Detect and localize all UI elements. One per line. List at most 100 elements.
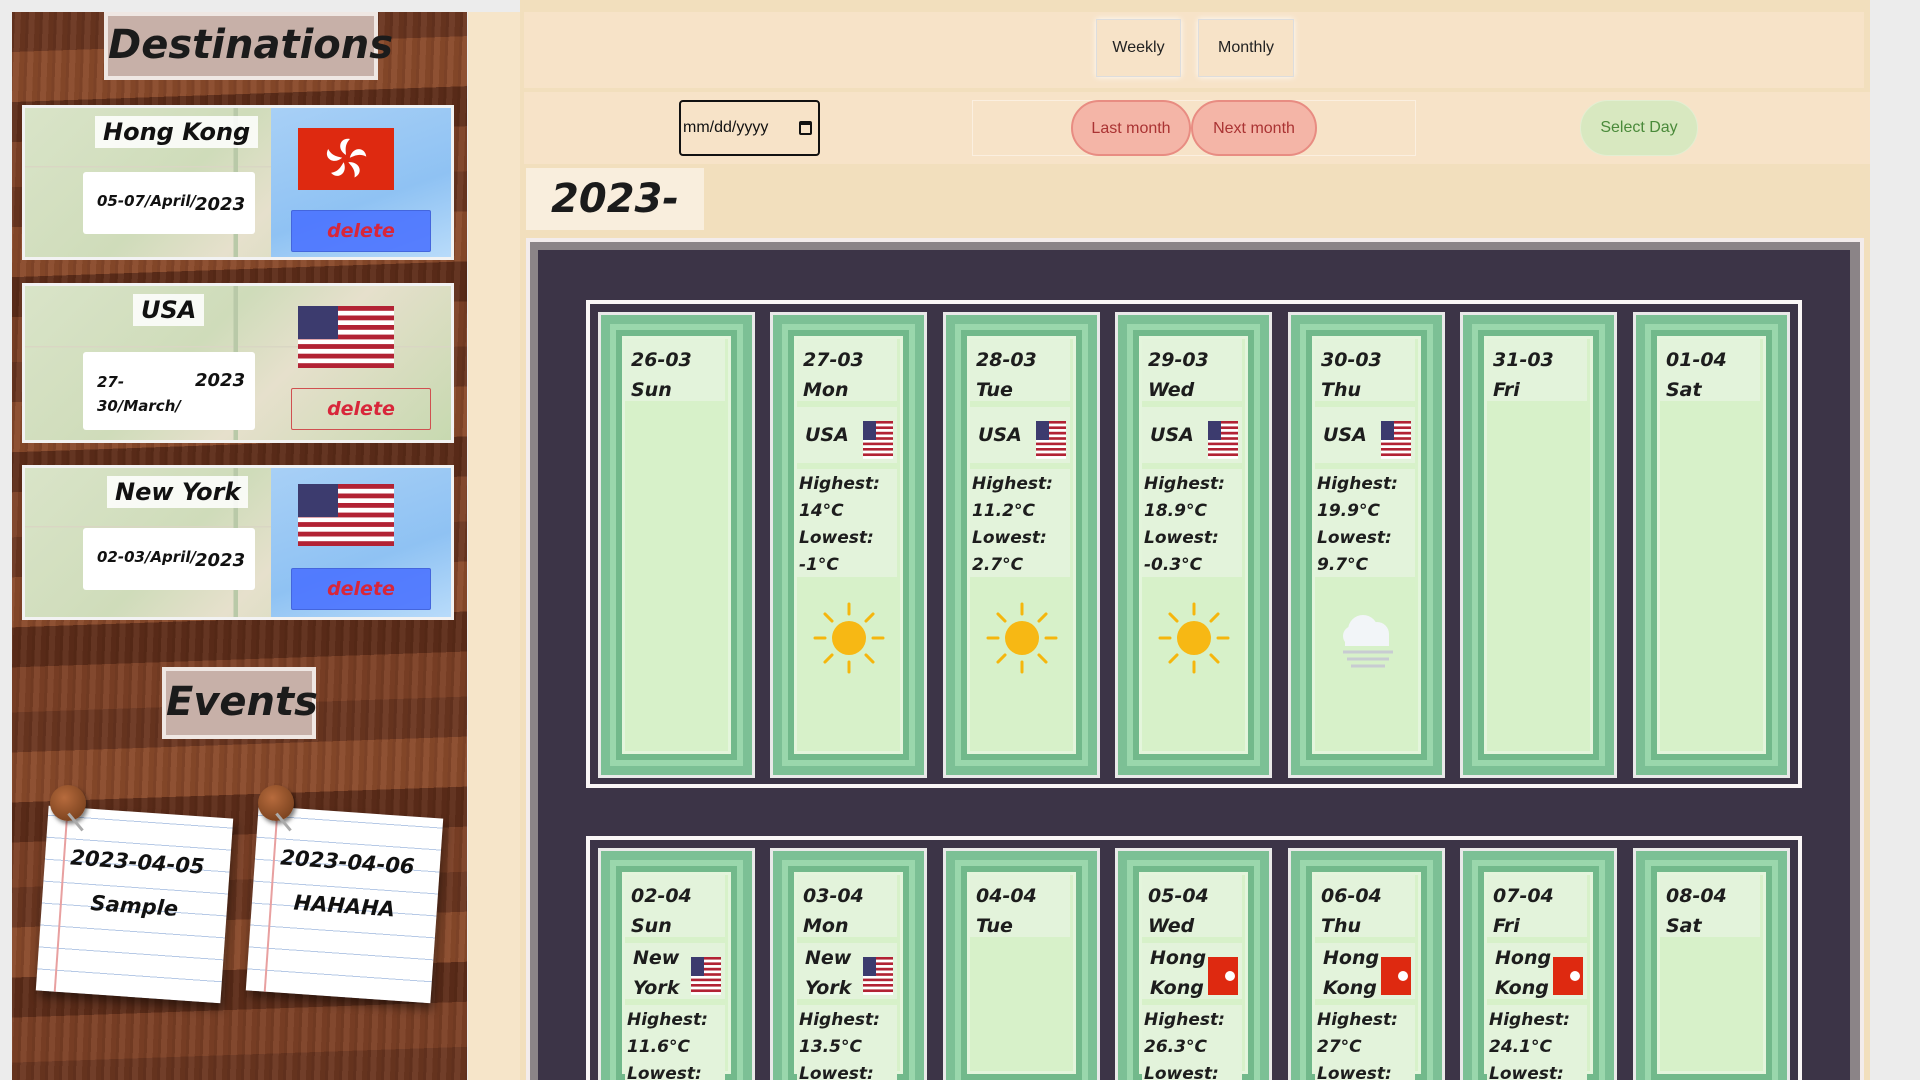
day-header: 06-04 Thu xyxy=(1315,875,1415,937)
day-date: 27-03 xyxy=(803,349,864,371)
events-title: Events xyxy=(162,667,318,739)
day-cell[interactable]: 03-04 Mon New York Highest: 13.5°C Lowest: xyxy=(770,848,927,1080)
pushpin-icon xyxy=(50,785,86,821)
usa-flag-icon xyxy=(863,957,893,995)
day-temperatures: Highest: 19.9°C Lowest: 9.7°C xyxy=(1315,469,1415,577)
day-date: 05-04 xyxy=(1148,885,1209,907)
day-weekday: Wed xyxy=(1148,379,1195,401)
location-name: Hong Kong xyxy=(1150,947,1207,999)
day-date: 03-04 xyxy=(803,885,864,907)
usa-flag-icon xyxy=(863,421,893,459)
delete-button[interactable]: delete xyxy=(291,388,431,430)
day-cell[interactable]: 01-04 Sat xyxy=(1633,312,1790,778)
lowest-label: Lowest: xyxy=(799,1064,874,1080)
highest-value: 19.9°C xyxy=(1317,501,1380,521)
day-header: 28-03 Tue xyxy=(970,339,1070,401)
day-cell[interactable]: 08-04 Sat xyxy=(1633,848,1790,1080)
day-weekday: Fri xyxy=(1493,915,1520,937)
event-note[interactable]: 2023-04-06 HAHAHA xyxy=(245,805,444,1004)
sun-icon xyxy=(811,600,887,676)
destination-name: USA xyxy=(133,294,205,326)
day-cell[interactable]: 07-04 Fri Hong Kong Highest: 24.1°C Lowest: xyxy=(1460,848,1617,1080)
last-month-button[interactable]: Last month xyxy=(1071,100,1191,156)
day-weekday: Thu xyxy=(1321,379,1362,401)
day-date: 31-03 xyxy=(1493,349,1554,371)
hong-kong-flag-icon xyxy=(1553,957,1583,995)
location-name: New York xyxy=(805,947,852,999)
day-date: 07-04 xyxy=(1493,885,1554,907)
fog-icon xyxy=(1329,600,1405,676)
day-cell[interactable]: 05-04 Wed Hong Kong Highest: 26.3°C Lowest: xyxy=(1115,848,1272,1080)
event-name: Sample xyxy=(89,890,179,922)
day-cell[interactable]: 27-03 Mon USA Highest: 14°C Lowest: -1°C xyxy=(770,312,927,778)
delete-button[interactable]: delete xyxy=(291,210,431,252)
lowest-value: 9.7°C xyxy=(1317,555,1369,575)
monthly-button[interactable]: Monthly xyxy=(1198,19,1294,77)
day-cell[interactable]: 31-03 Fri xyxy=(1460,312,1617,778)
lowest-value: -0.3°C xyxy=(1144,555,1203,575)
day-cell[interactable]: 30-03 Thu USA Highest: 19.9°C Lowest: 9.7°C xyxy=(1288,312,1445,778)
day-cell[interactable]: 28-03 Tue USA Highest: 11.2°C Lowest: 2.7°C xyxy=(943,312,1100,778)
day-weekday: Sat xyxy=(1666,915,1702,937)
highest-label: Highest: xyxy=(799,474,880,494)
day-header: 27-03 Mon xyxy=(797,339,897,401)
day-weekday: Sat xyxy=(1666,379,1702,401)
day-temperatures: Highest: 24.1°C Lowest: xyxy=(1487,1005,1587,1080)
lowest-label: Lowest: xyxy=(1489,1064,1564,1080)
destination-card: New York 02-03/April/ 2023 delete xyxy=(22,465,454,620)
pushpin-icon xyxy=(258,785,294,821)
day-header: 30-03 Thu xyxy=(1315,339,1415,401)
sun-icon xyxy=(984,600,1060,676)
day-location: USA xyxy=(970,407,1070,463)
day-weekday: Mon xyxy=(803,379,849,401)
day-location: USA xyxy=(1315,407,1415,463)
day-header: 08-04 Sat xyxy=(1660,875,1760,937)
day-location: New York xyxy=(625,943,725,999)
highest-label: Highest: xyxy=(1144,474,1225,494)
date-input[interactable]: mm/dd/yyyy xyxy=(679,100,820,156)
highest-label: Highest: xyxy=(799,1010,880,1030)
usa-flag-icon xyxy=(1036,421,1066,459)
lowest-label: Lowest: xyxy=(1317,528,1392,548)
divider-strip xyxy=(468,12,520,1080)
calendar-icon[interactable] xyxy=(799,121,812,135)
event-date: 2023-04-06 xyxy=(279,845,416,879)
day-cell[interactable]: 02-04 Sun New York Highest: 11.6°C Lowest: xyxy=(598,848,755,1080)
day-weekday: Sun xyxy=(631,379,672,401)
day-weekday: Fri xyxy=(1493,379,1520,401)
day-cell[interactable]: 04-04 Tue xyxy=(943,848,1100,1080)
day-weekday: Tue xyxy=(976,915,1013,937)
highest-value: 26.3°C xyxy=(1144,1037,1207,1057)
day-header: 26-03 Sun xyxy=(625,339,725,401)
lowest-value: -1°C xyxy=(799,555,839,575)
delete-button[interactable]: delete xyxy=(291,568,431,610)
lowest-label: Lowest: xyxy=(1144,1064,1219,1080)
day-weekday: Sun xyxy=(631,915,672,937)
day-cell[interactable]: 29-03 Wed USA Highest: 18.9°C Lowest: -0.3°C xyxy=(1115,312,1272,778)
day-location: USA xyxy=(1142,407,1242,463)
day-header: 07-04 Fri xyxy=(1487,875,1587,937)
day-date: 08-04 xyxy=(1666,885,1727,907)
day-temperatures: Highest: 26.3°C Lowest: xyxy=(1142,1005,1242,1080)
usa-flag-icon xyxy=(691,957,721,995)
hong-kong-flag-icon xyxy=(1381,957,1411,995)
highest-label: Highest: xyxy=(627,1010,708,1030)
day-header: 04-04 Tue xyxy=(970,875,1070,937)
next-month-button[interactable]: Next month xyxy=(1191,100,1317,156)
event-note[interactable]: 2023-04-05 Sample xyxy=(35,805,234,1004)
highest-value: 14°C xyxy=(799,501,844,521)
day-header: 05-04 Wed xyxy=(1142,875,1242,937)
day-cell[interactable]: 26-03 Sun xyxy=(598,312,755,778)
weekly-button[interactable]: Weekly xyxy=(1096,19,1181,77)
highest-value: 11.6°C xyxy=(627,1037,690,1057)
day-temperatures: Highest: 11.2°C Lowest: 2.7°C xyxy=(970,469,1070,577)
day-location: New York xyxy=(797,943,897,999)
month-title: 2023-04 xyxy=(526,168,704,284)
day-location: Hong Kong xyxy=(1142,943,1242,999)
day-header: 29-03 Wed xyxy=(1142,339,1242,401)
highest-label: Highest: xyxy=(1317,474,1398,494)
lowest-value: 2.7°C xyxy=(972,555,1024,575)
select-day-button[interactable]: Select Day xyxy=(1580,100,1698,156)
destination-name: Hong Kong xyxy=(95,116,259,148)
day-cell[interactable]: 06-04 Thu Hong Kong Highest: 27°C Lowest: xyxy=(1288,848,1445,1080)
